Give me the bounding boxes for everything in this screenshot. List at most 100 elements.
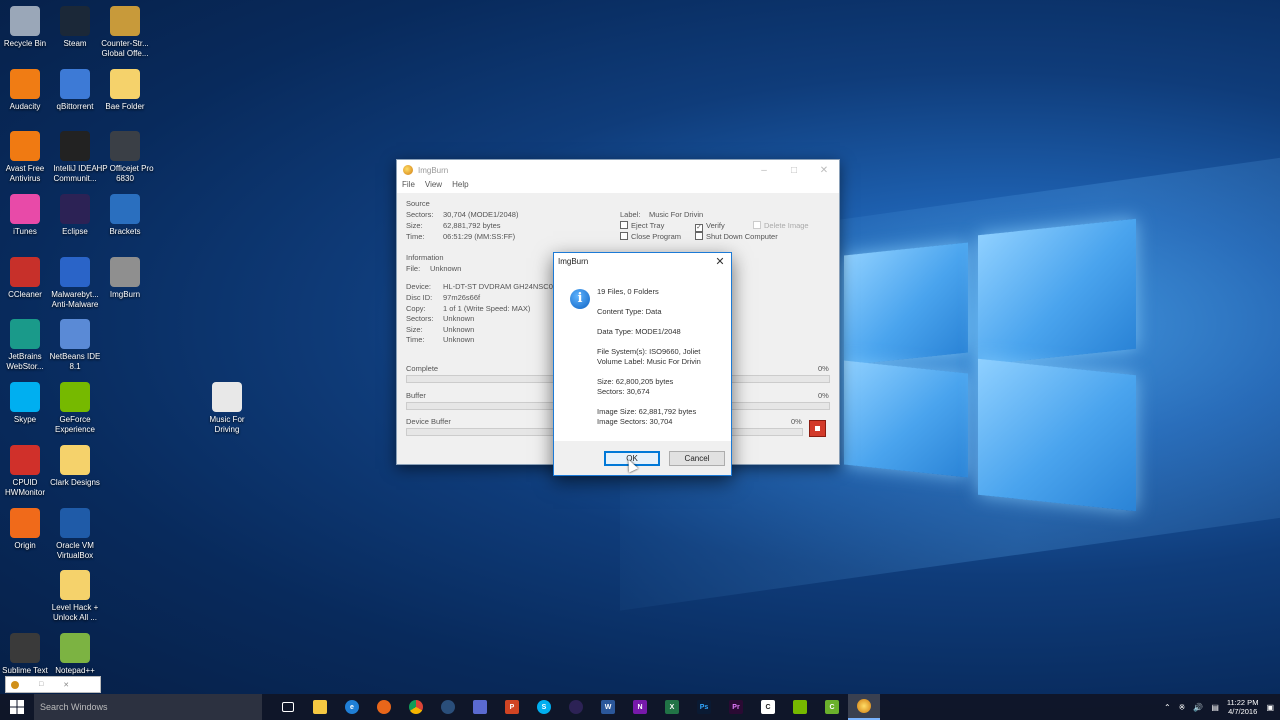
geforce-icon: [60, 382, 90, 412]
geforce-taskbar-icon[interactable]: [784, 694, 816, 720]
audacity-icon: [10, 69, 40, 99]
desktop-icon-imgburn[interactable]: ImgBurn: [96, 257, 154, 300]
volume-icon[interactable]: 🔊: [1193, 703, 1203, 712]
desktop-icon-label: Bae Folder: [105, 102, 145, 111]
desktop-icon-notepadpp[interactable]: Notepad++: [46, 633, 104, 676]
brackets-icon: [110, 194, 140, 224]
desktop-icon-label: HP Officejet Pro 6830: [96, 164, 154, 183]
info-sectors-value: Unknown: [443, 314, 475, 323]
folder-icon: [110, 69, 140, 99]
info-sectors-label: Sectors:: [406, 314, 434, 323]
word-icon[interactable]: W: [592, 694, 624, 720]
complete-percent: 0%: [818, 364, 829, 373]
firefox-icon[interactable]: [368, 694, 400, 720]
hwmonitor-icon: [10, 445, 40, 475]
maximize-icon[interactable]: □: [779, 165, 809, 176]
system-tray: ⌃ ※ 🔊 ▤ 11:22 PM 4/7/2016 ▣: [1164, 698, 1280, 716]
stop-button[interactable]: [809, 420, 826, 437]
close-icon[interactable]: ✕: [63, 681, 69, 689]
verify-checkbox[interactable]: ✓ Verify: [695, 221, 725, 232]
shut-down-checkbox[interactable]: Shut Down Computer: [695, 232, 778, 241]
malwarebytes-icon: [60, 257, 90, 287]
premiere-icon[interactable]: Pr: [720, 694, 752, 720]
excel-icon[interactable]: X: [656, 694, 688, 720]
file-explorer-icon[interactable]: [304, 694, 336, 720]
imgburn-taskbar-icon[interactable]: [848, 694, 880, 720]
info-icon: i: [570, 289, 590, 309]
photoshop-icon[interactable]: Ps: [688, 694, 720, 720]
windows-start-icon: [10, 700, 24, 714]
menu-bar: File View Help: [397, 180, 839, 193]
image-size-text: Image Size: 62,881,792 bytes: [597, 407, 697, 416]
minimize-icon[interactable]: –: [749, 165, 779, 176]
desktop-icon-csgo[interactable]: Counter-Str... Global Offe...: [96, 6, 154, 59]
checkbox-icon: [620, 221, 628, 229]
menu-view[interactable]: View: [425, 180, 442, 193]
delete-image-checkbox[interactable]: Delete Image: [753, 221, 809, 230]
checkbox-icon: [753, 221, 761, 229]
taskbar-search-box[interactable]: Search Windows: [34, 694, 262, 720]
data-type-text: Data Type: MODE1/2048: [597, 327, 681, 336]
copy-label: Copy:: [406, 304, 426, 313]
recycle-bin-icon: [10, 6, 40, 36]
shut-down-label: Shut Down Computer: [706, 232, 778, 241]
taskbar-thumbnail-preview[interactable]: □ ✕: [5, 676, 101, 693]
desktop-icon-label: Level Hack + Unlock All ...: [51, 603, 99, 622]
dialog-close-icon[interactable]: ✕: [709, 255, 731, 268]
virtualbox-icon: [60, 508, 90, 538]
desktop-icon-printer[interactable]: HP Officejet Pro 6830: [96, 131, 154, 184]
main-window-title: ImgBurn: [418, 165, 449, 175]
desktop-icon-label: Brackets: [109, 227, 141, 236]
cancel-button[interactable]: Cancel: [669, 451, 725, 466]
eclipse-taskbar-icon[interactable]: [560, 694, 592, 720]
desktop-icon-folder[interactable]: Clark Designs: [46, 445, 104, 488]
chrome-icon[interactable]: [400, 694, 432, 720]
dialog-message: 19 Files, 0 Folders Content Type: Data D…: [597, 287, 701, 427]
intellij-icon: [60, 131, 90, 161]
device-label: Device:: [406, 282, 432, 291]
checkbox-icon: [620, 232, 628, 240]
taskbar: Search Windows e P S W N X Ps Pr C C ⌃ ※…: [0, 694, 1280, 720]
main-window-titlebar[interactable]: ImgBurn – □ ✕: [397, 160, 839, 180]
desktop-icon-virtualbox[interactable]: Oracle VM VirtualBox: [46, 508, 104, 561]
disc-id-label: Disc ID:: [406, 293, 433, 302]
desktop-icon-geforce[interactable]: GeForce Experience: [46, 382, 104, 435]
desktop-icon-label: Music For Driving: [209, 415, 245, 434]
camtasia-recorder-icon[interactable]: C: [816, 694, 848, 720]
desktop-icon-music-file[interactable]: Music For Driving: [198, 382, 256, 435]
windows-logo-wallpaper: [838, 213, 1138, 513]
skype-taskbar-icon[interactable]: S: [528, 694, 560, 720]
desktop-icon-label: Notepad++: [55, 666, 95, 675]
desktop-icon-folder[interactable]: Bae Folder: [96, 69, 154, 112]
start-button[interactable]: [0, 694, 34, 720]
volume-label-text: Volume Label: Music For Drivin: [597, 357, 701, 366]
camtasia-icon[interactable]: C: [752, 694, 784, 720]
dialog-titlebar[interactable]: ImgBurn ✕: [554, 253, 731, 270]
sublime-icon: [10, 633, 40, 663]
close-program-checkbox[interactable]: Close Program: [620, 232, 681, 241]
menu-help[interactable]: Help: [452, 180, 468, 193]
desktop-icon-brackets[interactable]: Brackets: [96, 194, 154, 237]
discord-icon[interactable]: [464, 694, 496, 720]
network-icon[interactable]: ▤: [1211, 703, 1219, 712]
bluetooth-icon[interactable]: ※: [1179, 703, 1186, 712]
task-view-icon[interactable]: [272, 694, 304, 720]
edge-icon[interactable]: e: [336, 694, 368, 720]
minimize-icon[interactable]: □: [39, 681, 43, 688]
menu-file[interactable]: File: [402, 180, 415, 193]
dialog-button-bar: OK Cancel: [554, 441, 731, 475]
steam-taskbar-icon[interactable]: [432, 694, 464, 720]
content-type-text: Content Type: Data: [597, 307, 662, 316]
powerpoint-icon[interactable]: P: [496, 694, 528, 720]
desktop-icon-netbeans[interactable]: NetBeans IDE 8.1: [46, 319, 104, 372]
onenote-icon[interactable]: N: [624, 694, 656, 720]
notifications-icon[interactable]: ▣: [1266, 703, 1274, 712]
desktop-icon-label: NetBeans IDE 8.1: [49, 352, 101, 371]
chevron-up-icon[interactable]: ⌃: [1164, 703, 1171, 712]
eject-tray-checkbox[interactable]: Eject Tray: [620, 221, 664, 230]
desktop-icon-label: ImgBurn: [109, 290, 141, 299]
desktop-icon-folder[interactable]: Level Hack + Unlock All ...: [46, 570, 104, 623]
close-icon[interactable]: ✕: [809, 165, 839, 176]
files-count-text: 19 Files, 0 Folders: [597, 287, 659, 296]
taskbar-clock[interactable]: 11:22 PM 4/7/2016: [1227, 698, 1259, 716]
